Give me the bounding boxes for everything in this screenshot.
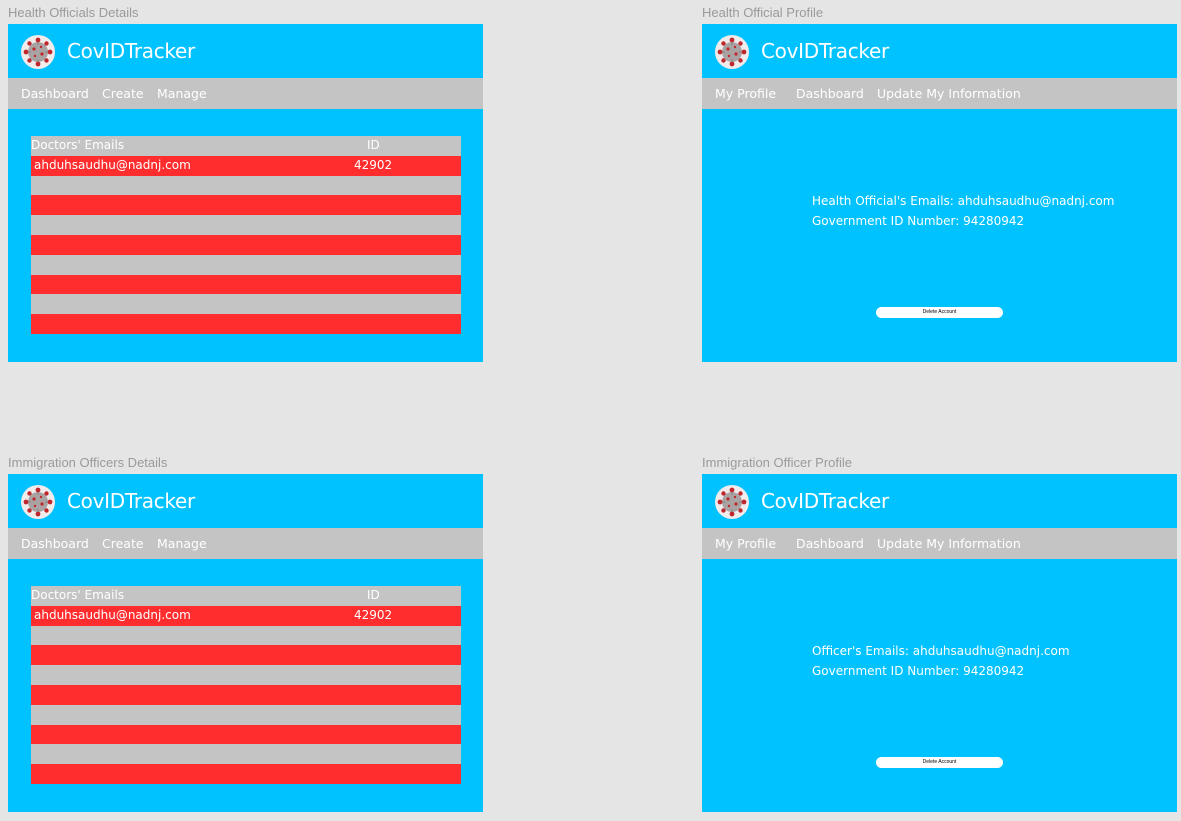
health-official-profile-frame: CovIDTracker My Profile Dashboard Update… (702, 24, 1177, 362)
nav-item-manage[interactable]: Manage (157, 536, 207, 551)
table-row[interactable] (31, 215, 461, 235)
doctors-table: Doctors' Emails ID ahduhsaudhu@nadnj.com… (31, 136, 461, 334)
table-row[interactable]: ahduhsaudhu@nadnj.com 42902 (31, 605, 461, 626)
nav-item-dashboard[interactable]: Dashboard (796, 536, 864, 551)
table-row[interactable] (31, 274, 461, 295)
email-value: ahduhsaudhu@nadnj.com (957, 194, 1115, 208)
table-row[interactable] (31, 175, 461, 196)
table-row[interactable] (31, 254, 461, 275)
nav-bar: Dashboard Create Manage (8, 528, 483, 559)
app-header: CovIDTracker (8, 474, 483, 528)
table-row[interactable] (31, 704, 461, 725)
nav-bar: My Profile Dashboard Update My Informati… (702, 78, 1177, 109)
virus-icon[interactable] (21, 485, 55, 519)
gov-id-value: 94280942 (963, 214, 1025, 228)
frame-title: Health Officials Details (8, 5, 139, 20)
immigration-officers-details-frame: CovIDTracker Dashboard Create Manage Doc… (8, 474, 483, 812)
column-header-id: ID (367, 138, 380, 152)
table-row[interactable]: ahduhsaudhu@nadnj.com 42902 (31, 155, 461, 176)
nav-item-update-info[interactable]: Update My Information (877, 86, 1021, 101)
doctors-table: Doctors' Emails ID ahduhsaudhu@nadnj.com… (31, 586, 461, 784)
column-header-email: Doctors' Emails (31, 588, 125, 602)
nav-bar: My Profile Dashboard Update My Informati… (702, 528, 1177, 559)
delete-account-button[interactable]: Delete Account (876, 307, 1003, 318)
column-header-id: ID (367, 588, 380, 602)
email-label: Health Official's Emails: (812, 194, 954, 208)
table-row[interactable] (31, 665, 461, 685)
brand-name: CovIDTracker (67, 489, 195, 513)
gov-id-value: 94280942 (963, 664, 1025, 678)
table-row[interactable] (31, 724, 461, 745)
gov-id-label: Government ID Number: (812, 664, 960, 678)
email-value: ahduhsaudhu@nadnj.com (912, 644, 1070, 658)
table-row[interactable] (31, 234, 461, 255)
health-officials-details-frame: CovIDTracker Dashboard Create Manage Doc… (8, 24, 483, 362)
column-header-email: Doctors' Emails (31, 138, 125, 152)
virus-icon[interactable] (715, 485, 749, 519)
cell-id: 42902 (354, 607, 393, 622)
frame-title: Immigration Officers Details (8, 455, 168, 470)
nav-item-dashboard[interactable]: Dashboard (21, 86, 89, 101)
email-line: Officer's Emails: ahduhsaudhu@nadnj.com (812, 644, 1070, 658)
app-header: CovIDTracker (702, 474, 1177, 528)
cell-email: ahduhsaudhu@nadnj.com (34, 157, 191, 172)
table-row[interactable] (31, 764, 461, 784)
nav-item-dashboard[interactable]: Dashboard (21, 536, 89, 551)
cell-id: 42902 (354, 157, 393, 172)
table-header-row: Doctors' Emails ID (31, 136, 461, 156)
frame-title: Immigration Officer Profile (702, 455, 853, 470)
nav-item-my-profile[interactable]: My Profile (715, 536, 776, 551)
table-row[interactable] (31, 294, 461, 315)
nav-item-dashboard[interactable]: Dashboard (796, 86, 864, 101)
immigration-officer-profile-frame: CovIDTracker My Profile Dashboard Update… (702, 474, 1177, 812)
table-row[interactable] (31, 314, 461, 334)
delete-account-button[interactable]: Delete Account (876, 757, 1003, 768)
brand-name: CovIDTracker (67, 39, 195, 63)
gov-id-label: Government ID Number: (812, 214, 960, 228)
frame-title: Health Official Profile (702, 5, 824, 20)
email-label: Officer's Emails: (812, 644, 909, 658)
table-header-row: Doctors' Emails ID (31, 586, 461, 606)
virus-icon[interactable] (715, 35, 749, 69)
gov-id-line: Government ID Number: 94280942 (812, 664, 1024, 678)
app-header: CovIDTracker (702, 24, 1177, 78)
nav-bar: Dashboard Create Manage (8, 78, 483, 109)
brand-name: CovIDTracker (761, 489, 889, 513)
table-row[interactable] (31, 684, 461, 705)
email-line: Health Official's Emails: ahduhsaudhu@na… (812, 194, 1114, 208)
nav-item-create[interactable]: Create (102, 536, 144, 551)
nav-item-update-info[interactable]: Update My Information (877, 536, 1021, 551)
nav-item-create[interactable]: Create (102, 86, 144, 101)
gov-id-line: Government ID Number: 94280942 (812, 214, 1024, 228)
cell-email: ahduhsaudhu@nadnj.com (34, 607, 191, 622)
virus-icon[interactable] (21, 35, 55, 69)
table-row[interactable] (31, 645, 461, 666)
nav-item-manage[interactable]: Manage (157, 86, 207, 101)
nav-item-my-profile[interactable]: My Profile (715, 86, 776, 101)
table-row[interactable] (31, 744, 461, 765)
table-row[interactable] (31, 625, 461, 646)
table-row[interactable] (31, 195, 461, 216)
brand-name: CovIDTracker (761, 39, 889, 63)
app-header: CovIDTracker (8, 24, 483, 78)
